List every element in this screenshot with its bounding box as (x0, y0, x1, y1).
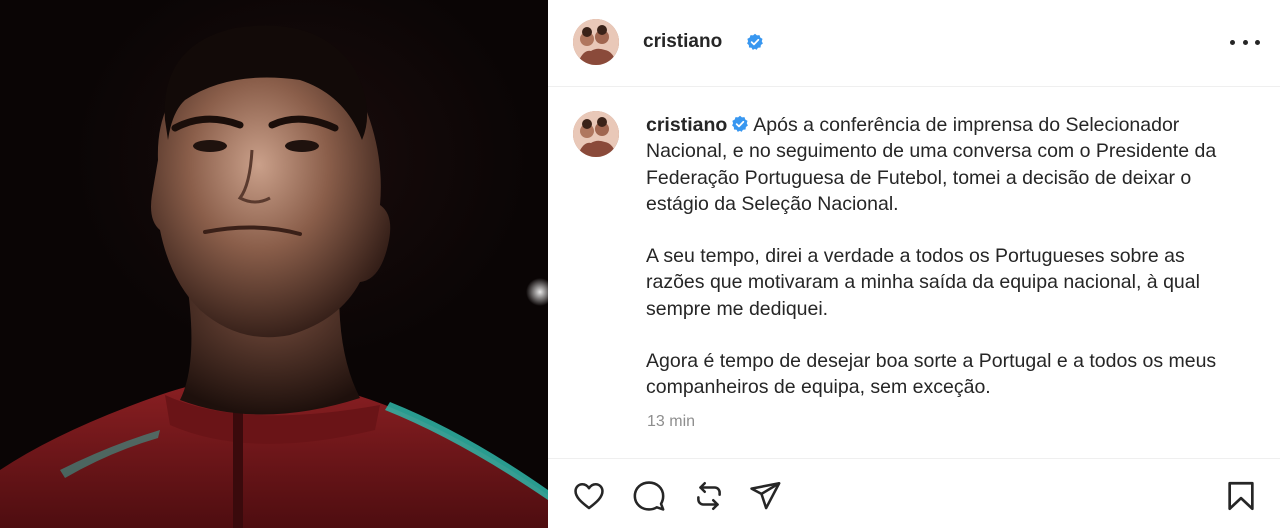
comment-icon[interactable] (632, 479, 666, 513)
post-action-bar (548, 458, 1280, 529)
author-username[interactable]: cristiano (643, 31, 722, 53)
caption-username[interactable]: cristiano (646, 114, 727, 136)
verified-badge-icon (746, 33, 764, 51)
author-avatar[interactable] (573, 19, 619, 65)
heart-icon[interactable] (572, 479, 606, 513)
dot (1242, 39, 1248, 45)
repost-icon[interactable] (692, 479, 726, 513)
avatar-image (573, 19, 619, 65)
post-caption: cristiano Após a conferência de imprensa… (646, 112, 1236, 427)
instagram-post: cristiano cristiano Após a conferência d… (0, 0, 1280, 528)
dot (1255, 39, 1260, 45)
avatar-image (573, 111, 619, 157)
caption-author-avatar[interactable] (573, 111, 619, 157)
dot (1230, 39, 1235, 45)
post-timestamp[interactable]: 13 min (647, 413, 695, 431)
bookmark-icon[interactable] (1224, 479, 1258, 513)
caption-paragraph: Agora é tempo de desejar boa sorte a Por… (646, 350, 1217, 399)
caption-paragraph: A seu tempo, direi a verdade a todos os … (646, 245, 1200, 320)
player-portrait-image (0, 25, 548, 528)
post-header: cristiano (548, 0, 1280, 87)
post-photo[interactable] (0, 0, 548, 528)
post-details-panel: cristiano cristiano Após a conferência d… (548, 0, 1280, 528)
more-options-icon[interactable] (1230, 30, 1260, 54)
send-icon[interactable] (748, 479, 782, 513)
verified-badge-icon (731, 114, 749, 132)
